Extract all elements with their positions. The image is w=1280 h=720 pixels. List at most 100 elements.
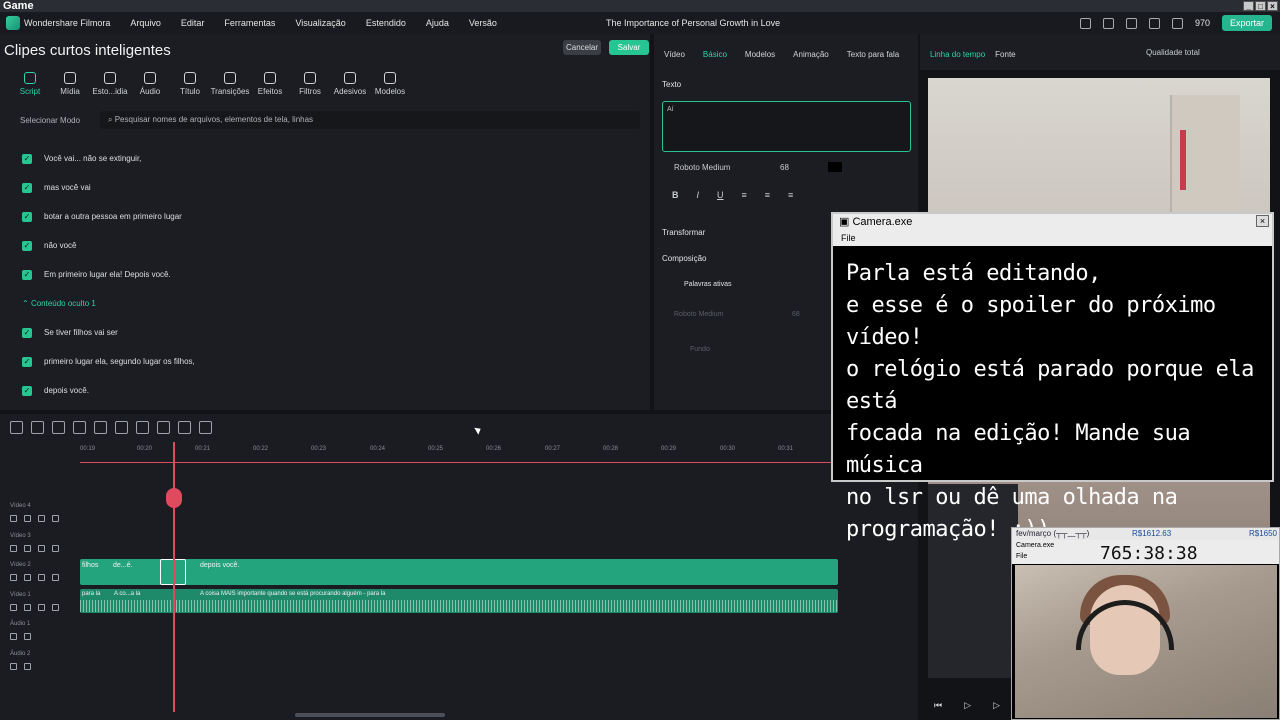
tool-media[interactable]: Mídia (50, 70, 90, 96)
menu-editar[interactable]: Editar (181, 18, 205, 28)
export-button[interactable]: Exportar (1221, 15, 1272, 31)
lock-icon[interactable] (10, 515, 17, 522)
lock-icon[interactable] (10, 604, 17, 611)
list-item[interactable]: ✓ não você (22, 231, 622, 260)
tool-stickers[interactable]: Adesivos (330, 70, 370, 96)
menu-ferramentas[interactable]: Ferramentas (224, 18, 275, 28)
text-icon[interactable] (136, 421, 149, 434)
next-frame-icon[interactable]: ▷ (993, 700, 1000, 711)
checkbox[interactable]: ✓ (22, 182, 32, 193)
download-icon[interactable] (1171, 17, 1183, 29)
lock-icon[interactable] (10, 633, 17, 640)
list-item[interactable]: ✓ depois você. (22, 376, 622, 405)
link-icon[interactable] (38, 515, 45, 522)
eye-icon[interactable] (52, 574, 59, 581)
tab-source[interactable]: Fonte (995, 50, 1015, 59)
link-icon[interactable] (38, 574, 45, 581)
transform-label[interactable]: Transformar (662, 228, 705, 237)
maximize-button[interactable]: □ (1255, 1, 1266, 11)
tab-timeline[interactable]: Linha do tempo (930, 50, 985, 59)
tool-stock-media[interactable]: Esto...idia (90, 70, 130, 96)
italic-button[interactable]: I (697, 190, 700, 200)
playhead-scissors-icon[interactable] (166, 488, 182, 508)
mini-menu-file[interactable]: File (1016, 553, 1027, 560)
gift-icon[interactable] (1079, 17, 1091, 29)
composition-label[interactable]: Composição (662, 254, 706, 263)
tool-filters[interactable]: Filtros (290, 70, 330, 96)
checkbox[interactable]: ✓ (22, 269, 32, 280)
align-center-icon[interactable]: ≡ (765, 190, 770, 200)
checkbox[interactable]: ✓ (22, 153, 32, 164)
hidden-content-header[interactable]: ⌃ Conteúdo oculto 1 (22, 289, 622, 318)
speaker-icon[interactable] (24, 545, 31, 552)
camera-menu-file[interactable]: File (833, 230, 1272, 246)
bold-button[interactable]: B (672, 190, 679, 200)
lightbulb-icon[interactable] (1125, 17, 1137, 29)
tool-transitions[interactable]: Transições (210, 70, 250, 96)
undo-icon[interactable] (52, 421, 65, 434)
align-right-icon[interactable]: ≡ (788, 190, 793, 200)
tab-texto-para-fala[interactable]: Texto para fala (847, 50, 899, 59)
save-button[interactable]: Salvar (609, 40, 649, 55)
tool-audio[interactable]: Áudio (130, 70, 170, 96)
underline-button[interactable]: U (717, 190, 724, 200)
speaker-icon[interactable] (24, 574, 31, 581)
color-swatch[interactable] (828, 162, 842, 172)
eye-icon[interactable] (52, 604, 59, 611)
list-item[interactable]: ✓ primeiro lugar ela, segundo lugar os fi… (22, 347, 622, 376)
list-item[interactable]: ✓ Se tiver filhos vai ser (22, 318, 622, 347)
close-button[interactable]: × (1267, 1, 1278, 11)
lock-icon[interactable] (10, 663, 17, 670)
link-icon[interactable] (38, 545, 45, 552)
redo-icon[interactable] (73, 421, 86, 434)
font-select[interactable]: Roboto Medium (662, 163, 772, 172)
font-size-select[interactable]: 68 (780, 163, 820, 172)
checkbox[interactable]: ✓ (22, 327, 32, 338)
speed-icon[interactable] (178, 421, 191, 434)
speaker-icon[interactable] (24, 633, 31, 640)
previous-frame-icon[interactable]: ⏮ (934, 700, 942, 711)
crop-icon[interactable] (157, 421, 170, 434)
menu-ajuda[interactable]: Ajuda (426, 18, 449, 28)
speaker-icon[interactable] (24, 604, 31, 611)
delete-icon[interactable] (94, 421, 107, 434)
checkbox[interactable]: ✓ (22, 385, 32, 396)
tool-script[interactable]: Script (10, 70, 50, 96)
menu-visualizacao[interactable]: Visualização (295, 18, 345, 28)
lock-icon[interactable] (10, 545, 17, 552)
list-item[interactable]: ✓ Você vai... não se extinguir, (22, 144, 622, 173)
search-input[interactable]: ⌕ Pesquisar nomes de arquivos, elementos… (100, 111, 640, 129)
checkbox[interactable]: ✓ (22, 211, 32, 222)
video2-clips[interactable]: filhos de...é. depois você. (80, 559, 838, 585)
list-item[interactable]: ✓ botar a outra pessoa em primeiro lugar (22, 202, 622, 231)
tab-video[interactable]: Vídeo (664, 50, 685, 59)
mode-select[interactable]: Selecionar Modo (10, 116, 100, 125)
tab-basico[interactable]: Básico (703, 50, 727, 59)
menu-arquivo[interactable]: Arquivo (130, 18, 161, 28)
tool-effects[interactable]: Efeitos (250, 70, 290, 96)
minimize-button[interactable]: _ (1243, 1, 1254, 11)
play-icon[interactable]: ▷ (964, 700, 971, 711)
quality-select[interactable]: Qualidade total (1146, 48, 1200, 57)
upload-icon[interactable] (1102, 17, 1114, 29)
timeline-scrollbar[interactable] (295, 713, 445, 717)
text-section-label[interactable]: Texto (662, 80, 681, 89)
active-words-label[interactable]: Palavras ativas (684, 281, 731, 288)
align-left-icon[interactable]: ≡ (742, 190, 747, 200)
cancel-button[interactable]: Cancelar (563, 40, 601, 55)
tab-modelos[interactable]: Modelos (745, 50, 775, 59)
settings-icon[interactable] (1148, 17, 1160, 29)
playhead[interactable] (173, 442, 175, 712)
select-icon[interactable] (31, 421, 44, 434)
text-input[interactable]: Aí (662, 101, 911, 152)
checkbox[interactable]: ✓ (22, 240, 32, 251)
grid-icon[interactable] (10, 421, 23, 434)
list-item[interactable]: ✓ Em primeiro lugar ela! Depois você. (22, 260, 622, 289)
cut-icon[interactable] (115, 421, 128, 434)
list-item[interactable]: ✓ mas você vai (22, 173, 622, 202)
timeline-ruler[interactable]: 00:19 00:20 00:21 00:22 00:23 00:24 00:2… (80, 446, 830, 460)
keyframe-icon[interactable] (199, 421, 212, 434)
eye-icon[interactable] (52, 515, 59, 522)
menu-versao[interactable]: Versão (469, 18, 497, 28)
close-icon[interactable]: × (1256, 215, 1269, 227)
